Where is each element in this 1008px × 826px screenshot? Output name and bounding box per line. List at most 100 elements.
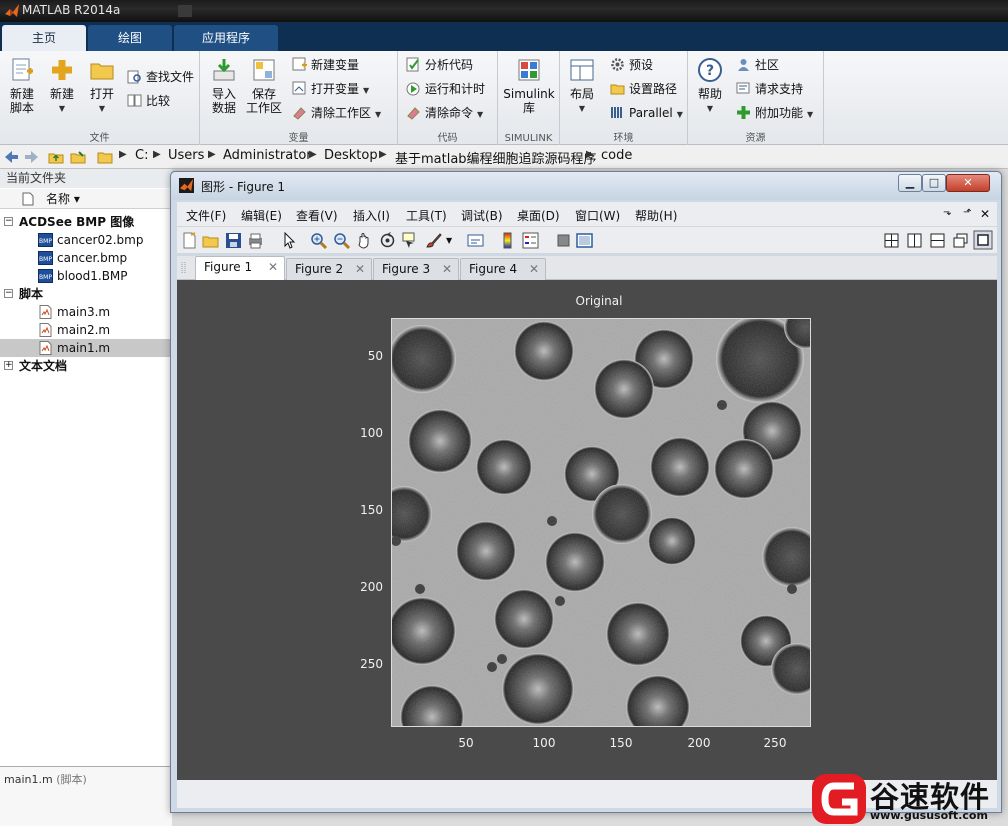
tab-figure-2[interactable]: Figure 2 ✕ [286, 258, 372, 280]
find-files-button[interactable]: 查找文件 [127, 67, 194, 87]
list-item[interactable]: BMP cancer.bmp [0, 249, 172, 267]
collapse-icon[interactable]: − [4, 217, 13, 226]
collapse-icon[interactable]: − [4, 289, 13, 298]
rotate-3d-icon[interactable] [379, 232, 396, 249]
close-tab-icon[interactable]: ✕ [268, 257, 278, 277]
new-button[interactable]: 新建 ▼ [42, 57, 82, 116]
minimize-button[interactable]: ▁ [898, 174, 922, 192]
legend-icon[interactable] [522, 232, 539, 249]
set-path-button[interactable]: 设置路径 [610, 79, 677, 99]
hide-plot-tools-icon[interactable] [555, 232, 572, 249]
save-workspace-button[interactable]: 保存 工作区 [244, 57, 284, 115]
print-icon[interactable] [247, 232, 264, 249]
list-item[interactable]: BMP cancer02.bmp [0, 231, 172, 249]
tab-figure-4[interactable]: Figure 4 ✕ [460, 258, 546, 280]
addons-button[interactable]: 附加功能 ▼ [736, 103, 813, 123]
chevron-down-icon[interactable]: ▼ [446, 232, 463, 249]
open-variable-button[interactable]: 打开变量 ▼ [292, 79, 369, 99]
close-tab-icon[interactable]: ✕ [529, 259, 539, 279]
preferences-button[interactable]: 预设 [610, 55, 653, 75]
menu-help[interactable]: 帮助(H) [635, 207, 677, 224]
tab-figure-3[interactable]: Figure 3 ✕ [373, 258, 459, 280]
menu-window[interactable]: 窗口(W) [575, 207, 620, 224]
tab-plots[interactable]: 绘图 [88, 25, 172, 51]
close-button[interactable]: ✕ [946, 174, 990, 192]
list-item[interactable]: BMP blood1.BMP [0, 267, 172, 285]
figure-canvas[interactable]: Original 50 100 150 200 250 50 100 150 2… [177, 280, 997, 780]
tab-apps[interactable]: 应用程序 [174, 25, 278, 51]
up-folder-icon[interactable] [48, 149, 64, 165]
menu-edit[interactable]: 编辑(E) [241, 207, 282, 224]
zoom-in-icon[interactable] [310, 232, 327, 249]
compare-button[interactable]: 比较 [127, 91, 170, 111]
brush-icon[interactable] [425, 232, 442, 249]
left-right-layout-icon[interactable] [906, 232, 923, 249]
request-support-button[interactable]: 请求支持 [736, 79, 803, 99]
breadcrumb-item[interactable]: 基于matlab编程细胞追踪源码程序 [395, 148, 597, 167]
simulink-library-label: Simulink 库 [503, 87, 555, 115]
breadcrumb-item[interactable]: C: [135, 148, 148, 163]
clear-commands-button[interactable]: 清除命令 ▼ [406, 103, 483, 123]
menu-tools[interactable]: 工具(T) [406, 207, 447, 224]
tree-group-scripts[interactable]: − 脚本 [0, 285, 172, 303]
tree-group-bmp[interactable]: − ACDSee BMP 图像 [0, 213, 172, 231]
new-figure-icon[interactable] [181, 232, 198, 249]
breadcrumb-item[interactable]: code [601, 148, 632, 163]
tile-layout-icon[interactable] [883, 232, 900, 249]
open-button[interactable]: 打开 ▼ [82, 57, 122, 116]
run-and-time-button[interactable]: 运行和计时 [406, 79, 485, 99]
pan-hand-icon[interactable] [356, 232, 373, 249]
expand-icon[interactable]: + [4, 361, 13, 370]
menu-insert[interactable]: 插入(I) [353, 207, 390, 224]
help-button[interactable]: ? 帮助 ▼ [690, 57, 730, 116]
close-figure-icon[interactable]: ✕ [980, 207, 990, 221]
menu-view[interactable]: 查看(V) [296, 207, 338, 224]
top-bottom-layout-icon[interactable] [929, 232, 946, 249]
import-data-button[interactable]: 导入 数据 [204, 57, 244, 115]
maximize-button[interactable]: □ [922, 174, 946, 192]
chevron-down-icon: ▼ [578, 104, 586, 113]
link-plot-icon[interactable] [467, 232, 484, 249]
community-button[interactable]: 社区 [736, 55, 779, 75]
float-window-icon[interactable] [952, 232, 969, 249]
close-tab-icon[interactable]: ✕ [355, 259, 365, 279]
parallel-button[interactable]: Parallel ▼ [610, 103, 683, 123]
list-item-selected[interactable]: main1.m [0, 339, 172, 357]
open-file-icon[interactable] [202, 232, 219, 249]
undock-arrow-icon[interactable]: ⬏ [963, 207, 971, 218]
zoom-out-icon[interactable] [333, 232, 350, 249]
pointer-arrow-icon[interactable] [281, 232, 298, 249]
data-cursor-icon[interactable] [402, 232, 419, 249]
maximize-layout-icon[interactable] [973, 230, 993, 250]
breadcrumb-item[interactable]: Administrator [223, 148, 312, 163]
breadcrumb-item[interactable]: Desktop [324, 148, 378, 163]
menu-desktop[interactable]: 桌面(D) [517, 207, 560, 224]
column-header-name[interactable]: 名称 ▾ [0, 189, 172, 209]
save-icon[interactable] [225, 232, 242, 249]
layout-button[interactable]: 布局 ▼ [562, 57, 602, 116]
image-axes[interactable] [391, 318, 811, 727]
menu-file[interactable]: 文件(F) [186, 207, 226, 224]
close-tab-icon[interactable]: ✕ [442, 259, 452, 279]
show-plot-tools-icon[interactable] [576, 232, 593, 249]
breadcrumb-item[interactable]: Users [168, 148, 204, 163]
new-script-button[interactable]: 新建 脚本 [2, 57, 42, 115]
support-icon [736, 82, 750, 94]
dock-arrow-icon[interactable]: ⬎ [943, 207, 951, 218]
list-item[interactable]: main2.m [0, 321, 172, 339]
clear-workspace-button[interactable]: 清除工作区 ▼ [292, 103, 381, 123]
back-arrow-icon[interactable] [3, 149, 19, 165]
list-item[interactable]: main3.m [0, 303, 172, 321]
title-bar-button[interactable] [178, 5, 192, 17]
simulink-library-button[interactable]: Simulink 库 [501, 57, 557, 115]
forward-arrow-icon[interactable] [24, 149, 40, 165]
new-variable-button[interactable]: 新建变量 [292, 55, 359, 75]
tree-group-text[interactable]: + 文本文档 [0, 357, 172, 375]
menu-debug[interactable]: 调试(B) [461, 207, 503, 224]
analyze-code-button[interactable]: 分析代码 [406, 55, 473, 75]
tab-home[interactable]: 主页 [2, 25, 86, 51]
tab-figure-1[interactable]: Figure 1 ✕ [195, 256, 285, 281]
figure-title-bar[interactable]: 图形 - Figure 1 ▁ □ ✕ [171, 172, 1001, 200]
browse-folder-icon[interactable] [70, 149, 86, 165]
colorbar-icon[interactable] [499, 232, 516, 249]
